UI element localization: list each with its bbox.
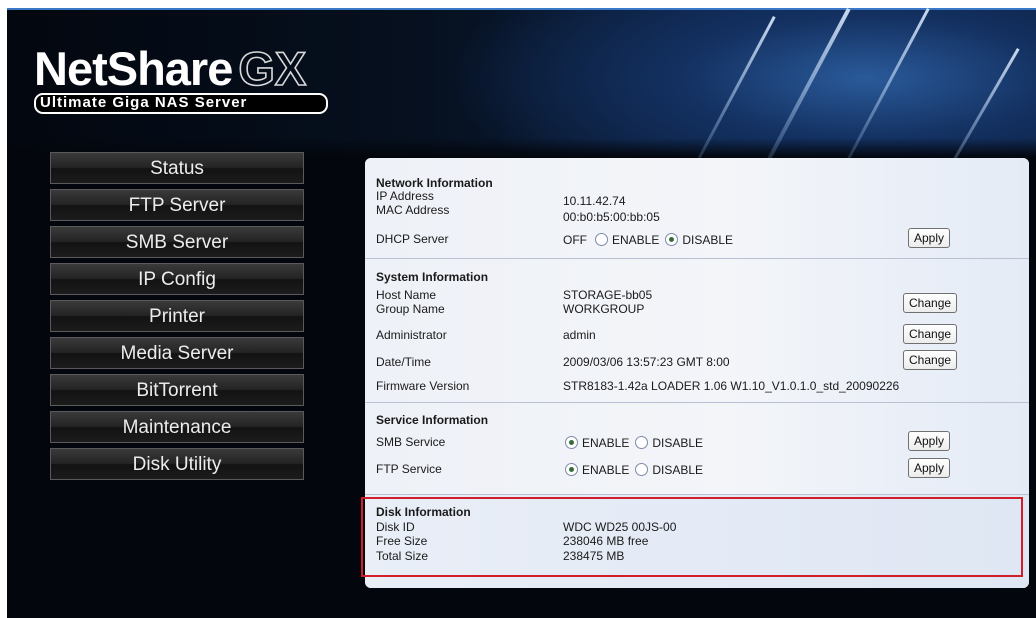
free-size-value: 238046 MB free — [563, 534, 649, 548]
ftp-apply-button[interactable]: Apply — [908, 458, 951, 478]
network-section: Network Information IP Address 10.11.42.… — [365, 158, 1029, 259]
nav-item-ftp-server[interactable]: FTP Server — [50, 189, 304, 221]
free-size-label: Free Size — [376, 534, 428, 548]
ip-address-label: IP Address — [376, 189, 434, 203]
firmware-version-value: STR8183-1.42a LOADER 1.06 W1.10_V1.0.1.0… — [563, 379, 900, 393]
ftp-disable-label: DISABLE — [652, 463, 704, 477]
administrator-label: Administrator — [376, 328, 447, 342]
smb-disable-radio[interactable] — [635, 436, 649, 449]
ip-address-value: 10.11.42.74 — [563, 194, 626, 208]
dhcp-status: OFF — [563, 233, 587, 247]
administrator-value: admin — [563, 328, 596, 342]
host-name-label: Host Name — [376, 288, 437, 302]
status-panel: Network Information IP Address 10.11.42.… — [365, 158, 1029, 588]
header-streak — [767, 8, 851, 160]
date-time-value: 2009/03/06 13:57:23 GMT 8:00 — [563, 355, 730, 369]
system-section: System Information Host Name STORAGE-bb0… — [365, 259, 1029, 403]
dhcp-enable-label: ENABLE — [612, 233, 660, 247]
ftp-disable-radio[interactable] — [635, 463, 649, 476]
top-border — [7, 8, 1036, 10]
network-title: Network Information — [376, 176, 493, 190]
disk-id-label: Disk ID — [376, 520, 415, 534]
dhcp-enable-radio[interactable] — [595, 233, 608, 246]
dhcp-control: OFF ENABLE DISABLE — [563, 233, 733, 247]
mac-address-value: 00:b0:b5:00:bb:05 — [563, 210, 660, 224]
nav-item-disk-utility[interactable]: Disk Utility — [50, 448, 304, 480]
datetime-change-button[interactable]: Change — [903, 350, 958, 370]
brand-logo: NetShare GX Ultimate Giga NAS Server — [34, 41, 354, 114]
brand-wordmark: NetShare GX — [34, 41, 308, 96]
group-name-label: Group Name — [376, 302, 445, 316]
brand-tagline: Ultimate Giga NAS Server — [34, 93, 328, 114]
nav-item-printer[interactable]: Printer — [50, 300, 304, 332]
nav-item-bittorrent[interactable]: BitTorrent — [50, 374, 304, 406]
header-streak — [947, 48, 1020, 171]
disk-id-value: WDC WD25 00JS-00 — [563, 520, 677, 534]
dhcp-apply-button[interactable]: Apply — [908, 228, 951, 248]
ftp-service-control: ENABLE DISABLE — [557, 463, 703, 477]
ftp-service-label: FTP Service — [376, 462, 442, 476]
group-name-value: WORKGROUP — [563, 302, 645, 316]
ftp-enable-label: ENABLE — [582, 463, 630, 477]
mac-address-label: MAC Address — [376, 203, 450, 217]
disk-section: Disk Information Disk ID WDC WD25 00JS-0… — [365, 495, 1029, 588]
service-section: Service Information SMB Service ENABLE DI… — [365, 403, 1029, 495]
nav-item-maintenance[interactable]: Maintenance — [50, 411, 304, 443]
host-name-value: STORAGE-bb05 — [563, 288, 653, 302]
header-streak — [847, 8, 930, 160]
total-size-label: Total Size — [376, 549, 429, 563]
nav-item-smb-server[interactable]: SMB Server — [50, 226, 304, 258]
dhcp-disable-label: DISABLE — [682, 233, 734, 247]
smb-enable-radio[interactable] — [565, 436, 578, 449]
smb-service-label: SMB Service — [376, 435, 446, 449]
total-size-value: 238475 MB — [563, 549, 625, 563]
nav-item-status[interactable]: Status — [50, 152, 304, 184]
system-title: System Information — [376, 270, 489, 284]
smb-disable-label: DISABLE — [652, 436, 704, 450]
brand-suffix: GX — [238, 41, 308, 96]
brand-name: NetShare — [34, 42, 233, 95]
dhcp-server-label: DHCP Server — [376, 232, 449, 246]
smb-enable-label: ENABLE — [582, 436, 630, 450]
smb-service-control: ENABLE DISABLE — [557, 436, 703, 450]
header-streak — [697, 16, 776, 159]
nav-item-ip-config[interactable]: IP Config — [50, 263, 304, 295]
service-title: Service Information — [376, 413, 489, 427]
ftp-enable-radio[interactable] — [565, 463, 578, 476]
date-time-label: Date/Time — [376, 355, 431, 369]
main-nav: Status FTP Server SMB Server IP Config P… — [50, 152, 304, 485]
firmware-version-label: Firmware Version — [376, 379, 470, 393]
smb-apply-button[interactable]: Apply — [908, 431, 951, 451]
host-change-button[interactable]: Change — [903, 293, 958, 313]
nav-item-media-server[interactable]: Media Server — [50, 337, 304, 369]
admin-change-button[interactable]: Change — [903, 324, 958, 344]
dhcp-disable-radio[interactable] — [665, 233, 679, 246]
disk-title: Disk Information — [376, 505, 471, 519]
